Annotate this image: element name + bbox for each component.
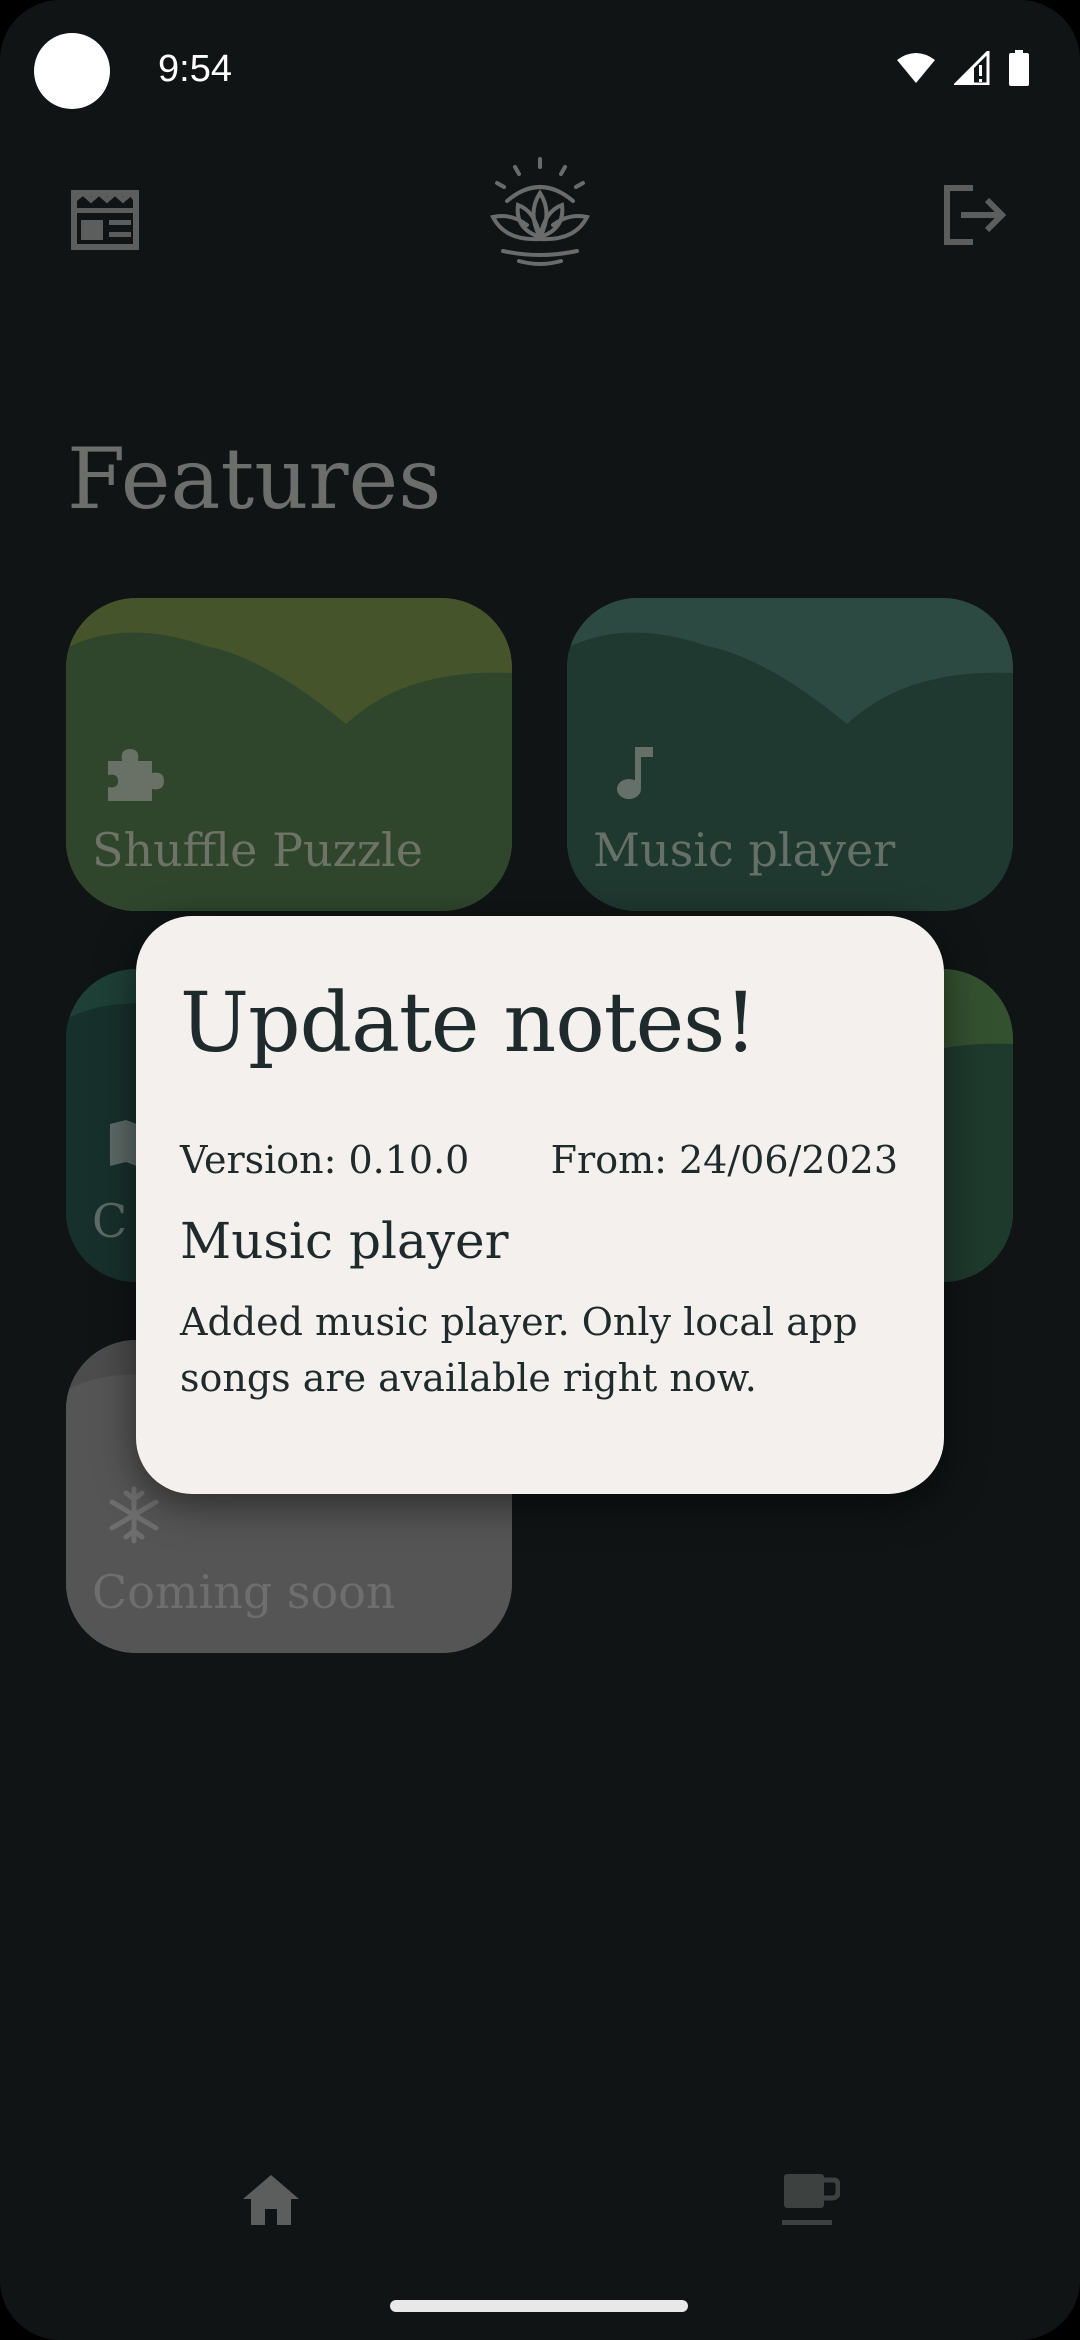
puzzle-icon <box>99 738 169 808</box>
home-icon <box>243 2175 299 2225</box>
music-note-icon <box>600 738 670 808</box>
wifi-icon <box>897 53 935 83</box>
status-bar: 9:54 <box>0 0 1080 140</box>
newspaper-button[interactable] <box>60 175 150 265</box>
nav-coffee-button[interactable] <box>765 2155 855 2245</box>
logout-button[interactable] <box>930 170 1020 260</box>
nav-home-button[interactable] <box>226 2155 316 2245</box>
coffee-cup-icon <box>782 2174 840 2225</box>
newspaper-icon <box>71 190 139 250</box>
snowflake-icon <box>99 1480 169 1550</box>
dialog-date: From: 24/06/2023 <box>550 1138 898 1182</box>
shuffle-puzzle-label: Shuffle Puzzle <box>92 823 423 877</box>
status-time: 9:54 <box>158 48 232 90</box>
logout-icon <box>944 185 1007 245</box>
music-player-label: Music player <box>593 823 896 877</box>
dialog-subtitle: Music player <box>180 1212 509 1270</box>
battery-icon <box>1009 50 1029 86</box>
app-logo <box>480 150 600 280</box>
update-notes-dialog[interactable]: Update notes! Version: 0.10.0 From: 24/0… <box>136 916 944 1494</box>
status-icons <box>896 50 1030 86</box>
coming-soon-label: Coming soon <box>92 1565 396 1619</box>
home-indicator[interactable] <box>390 2300 688 2312</box>
signal-icon <box>954 51 990 85</box>
feature-card-3-label: C <box>92 1194 128 1248</box>
dialog-version: Version: 0.10.0 <box>180 1138 470 1182</box>
music-player-card[interactable]: Music player <box>567 598 1013 911</box>
app-screen: 9:54 Features Shuffle Puzzle Music playe… <box>0 0 1080 2340</box>
features-title: Features <box>67 430 442 528</box>
dialog-title: Update notes! <box>180 976 757 1071</box>
camera-cutout <box>34 33 110 109</box>
dialog-body: Added music player. Only local app songs… <box>180 1300 858 1400</box>
shuffle-puzzle-card[interactable]: Shuffle Puzzle <box>66 598 512 911</box>
lotus-logo-icon <box>490 157 590 266</box>
